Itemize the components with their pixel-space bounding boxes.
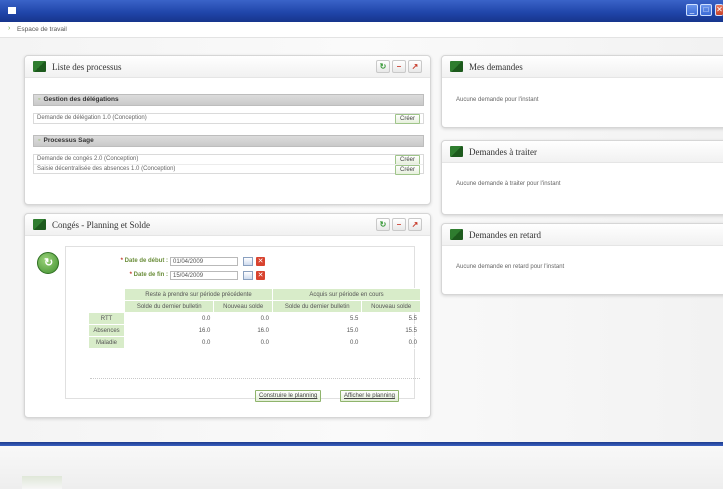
column-header: Nouveau solde: [213, 300, 273, 313]
table-cell: 5.5: [361, 312, 421, 325]
table-cell: 16.0: [213, 324, 273, 337]
column-group-header: Reste à prendre sur période précédente: [124, 288, 273, 301]
panel-icon: [450, 61, 463, 72]
maximize-button[interactable]: □: [700, 4, 712, 16]
column-header: Solde du dernier bulletin: [123, 300, 215, 313]
table-cell: 0.0: [123, 312, 215, 325]
afficher-planning-button[interactable]: Afficher le planning: [340, 390, 399, 402]
bullet-icon: ◦: [38, 137, 41, 144]
demandes-retard-header: Demandes en retard: [442, 224, 723, 246]
window-titlebar: _ □ ✕: [0, 0, 723, 22]
column-header: Nouveau solde: [361, 300, 421, 313]
empty-message: Aucune demande en retard pour l'instant: [456, 264, 565, 270]
empty-message: Aucune demande à traiter pour l'instant: [456, 181, 561, 187]
bottom-area: [0, 446, 723, 489]
demandes-retard-panel: Demandes en retard Aucune demande en ret…: [441, 223, 723, 295]
processus-panel: Liste des processus ↻ – ↗ ◦ Gestion des dél…: [24, 55, 431, 205]
refresh-icon[interactable]: ↻: [376, 218, 390, 231]
clear-icon[interactable]: ✕: [256, 271, 265, 280]
group-title: Processus Sage: [43, 137, 94, 144]
table-cell: 0.0: [123, 336, 215, 349]
breadcrumb-workspace-link[interactable]: Espace de travail: [17, 26, 67, 33]
group-header-sage: ◦ Processus Sage: [33, 135, 424, 147]
breadcrumb-arrow-icon: ›: [8, 25, 11, 32]
table-header-row: Reste à prendre sur période précédente A…: [88, 288, 421, 301]
divider: [90, 378, 420, 379]
mes-demandes-panel: Mes demandes Aucune demande pour l'insta…: [441, 55, 723, 128]
table-cell: 15.0: [271, 324, 363, 337]
column-header: Solde du dernier bulletin: [271, 300, 363, 313]
app-icon: [8, 7, 16, 14]
date-fin-label: * Date de fin :: [129, 272, 168, 278]
row-header: RTT: [88, 312, 125, 325]
bottom-strip: [22, 476, 62, 489]
table-cell: 16.0: [123, 324, 215, 337]
panel-icon: [33, 219, 46, 230]
construire-planning-button[interactable]: Construire le planning: [255, 390, 322, 402]
date-debut-input[interactable]: 01/04/2009: [170, 257, 238, 266]
conges-module-icon: ↻: [37, 252, 59, 274]
table-row: Absences 16.0 16.0 15.0 15.5: [88, 324, 421, 337]
list-item: Saisie décentralisée des absences 1.0 (C…: [34, 164, 423, 175]
calendar-icon[interactable]: [243, 257, 253, 266]
table-subheader-row: Solde du dernier bulletin Nouveau solde …: [88, 300, 421, 313]
expand-icon[interactable]: ↗: [408, 218, 422, 231]
table-cell: 0.0: [361, 336, 421, 349]
table-cell: 0.0: [213, 336, 273, 349]
create-button[interactable]: Créer: [394, 114, 420, 124]
solde-table: Reste à prendre sur période précédente A…: [88, 288, 421, 349]
panel-icon: [450, 146, 463, 157]
date-fin-input[interactable]: 15/04/2009: [170, 271, 238, 280]
minimize-panel-icon[interactable]: –: [392, 60, 406, 73]
group-header-delegations: ◦ Gestion des délégations: [33, 94, 424, 106]
list-item: Demande de délégation 1.0 (Conception) C…: [34, 114, 423, 124]
create-button[interactable]: Créer: [394, 165, 420, 175]
panel-icon: [33, 61, 46, 72]
breadcrumb: › Espace de travail: [0, 22, 723, 38]
demandes-traiter-panel: Demandes à traiter Aucune demande à trai…: [441, 140, 723, 215]
clear-icon[interactable]: ✕: [256, 257, 265, 266]
close-button[interactable]: ✕: [715, 4, 723, 16]
bullet-icon: ◦: [38, 96, 41, 103]
table-cell: 5.5: [271, 312, 363, 325]
sage-process-list: Demande de congés 2.0 (Conception) Créer…: [33, 154, 424, 175]
panel-icon: [450, 229, 463, 240]
row-header: Absences: [88, 324, 125, 337]
conges-panel-header: Congés - Planning et Solde ↻ – ↗: [25, 214, 430, 236]
conges-panel-title: Congés - Planning et Solde: [52, 220, 150, 230]
calendar-icon[interactable]: [243, 271, 253, 280]
table-cell: 0.0: [213, 312, 273, 325]
demandes-traiter-header: Demandes à traiter: [442, 141, 723, 163]
column-group-header: Acquis sur période en cours: [272, 288, 421, 301]
empty-message: Aucune demande pour l'instant: [456, 97, 539, 103]
mes-demandes-title: Mes demandes: [469, 62, 523, 72]
row-header: Maladie: [88, 336, 125, 349]
processus-panel-header: Liste des processus ↻ – ↗: [25, 56, 430, 78]
minimize-panel-icon[interactable]: –: [392, 218, 406, 231]
date-debut-label: * Date de début :: [120, 258, 168, 264]
process-label: Demande de délégation 1.0 (Conception): [37, 115, 147, 121]
table-row: Maladie 0.0 0.0 0.0 0.0: [88, 336, 421, 349]
group-title: Gestion des délégations: [43, 96, 119, 103]
delegation-process-list: Demande de délégation 1.0 (Conception) C…: [33, 113, 424, 124]
refresh-icon[interactable]: ↻: [376, 60, 390, 73]
demandes-traiter-title: Demandes à traiter: [469, 147, 537, 157]
expand-icon[interactable]: ↗: [408, 60, 422, 73]
process-label: Demande de congés 2.0 (Conception): [37, 156, 139, 162]
minimize-button[interactable]: _: [686, 4, 698, 16]
table-cell: 0.0: [271, 336, 363, 349]
process-label: Saisie décentralisée des absences 1.0 (C…: [37, 166, 176, 172]
mes-demandes-header: Mes demandes: [442, 56, 723, 78]
demandes-retard-title: Demandes en retard: [469, 230, 541, 240]
processus-panel-title: Liste des processus: [52, 62, 122, 72]
table-cell: 15.5: [361, 324, 421, 337]
table-row: RTT 0.0 0.0 5.5 5.5: [88, 312, 421, 325]
list-item: Demande de congés 2.0 (Conception) Créer: [34, 155, 423, 165]
